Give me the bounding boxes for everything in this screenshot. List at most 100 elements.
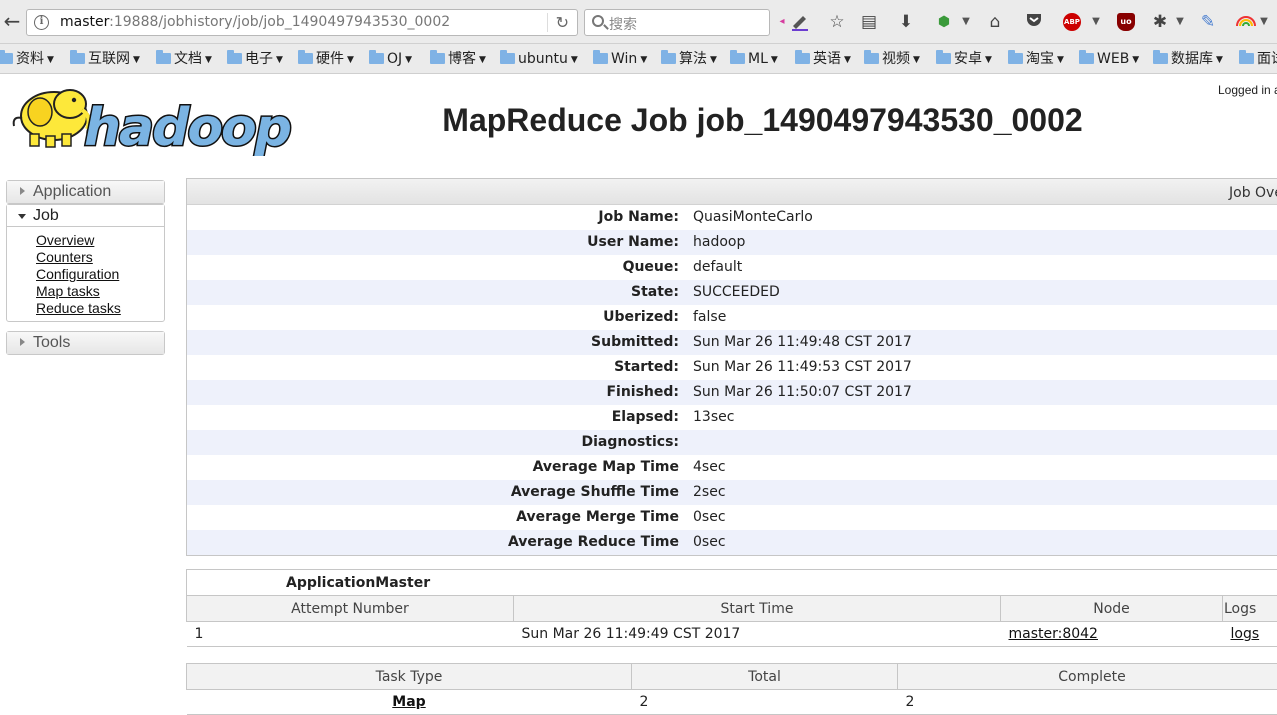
download-icon[interactable]: ⬇ [897, 11, 915, 33]
overview-row: Average Map Time 4sec [187, 455, 1277, 480]
folder-icon [369, 50, 384, 64]
folder-icon [1239, 50, 1254, 64]
bookmark-folder[interactable]: 视频 ▼ [864, 50, 920, 70]
map-tasks-link[interactable]: Map [392, 694, 425, 710]
bug-menu-caret[interactable]: ▼ [1175, 11, 1185, 33]
bookmark-folder[interactable]: 互联网 ▼ [70, 50, 140, 70]
bookmark-label: 算法 [679, 51, 707, 67]
overview-value: SUCCEEDED [693, 284, 780, 300]
column-header[interactable]: Logs [1222, 595, 1277, 622]
bookmark-folder[interactable]: Win ▼ [593, 50, 647, 70]
rainbow-menu-caret[interactable]: ▼ [1259, 11, 1269, 33]
bookmark-folder[interactable]: 数据库 ▼ [1153, 50, 1223, 70]
node-link[interactable]: master:8042 [1009, 626, 1098, 642]
column-header[interactable]: Start Time [513, 595, 1001, 622]
overview-key: Average Reduce Time [507, 534, 679, 550]
table-caption: ApplicationMaster [186, 569, 1277, 595]
overview-value: 4sec [693, 459, 726, 475]
overview-row: User Name: hadoop [187, 230, 1277, 255]
svg-text:hadoop: hadoop [84, 98, 291, 156]
nav-application[interactable]: Application [6, 180, 165, 204]
url-text[interactable]: master:19888/jobhistory/job/job_14904979… [60, 14, 450, 30]
bookmark-folder[interactable]: 博客 ▼ [430, 50, 486, 70]
job-overview-title: Job Overview [1229, 185, 1277, 201]
overview-row: Diagnostics: [187, 430, 1277, 455]
bookmark-folder[interactable]: 电子 ▼ [227, 50, 283, 70]
nav-application-header[interactable]: Application [7, 181, 164, 203]
bookmark-folder[interactable]: 英语 ▼ [795, 50, 851, 70]
folder-icon [730, 50, 745, 64]
chevron-down-icon: ▼ [47, 55, 54, 65]
overview-key: Finished: [606, 384, 679, 400]
highlighter-icon[interactable] [790, 11, 810, 33]
bookmark-label: 安卓 [954, 51, 982, 67]
url-bar[interactable]: i master:19888/jobhistory/job/job_149049… [26, 9, 578, 36]
column-header[interactable]: Attempt Number [186, 595, 514, 622]
bug-icon[interactable]: ✱ [1151, 11, 1169, 33]
overview-value: Sun Mar 26 11:49:53 CST 2017 [693, 359, 912, 375]
chevron-down-icon: ▼ [913, 55, 920, 65]
ublock-icon[interactable]: uo [1117, 13, 1135, 31]
back-arrow-icon[interactable]: ← [0, 9, 24, 35]
bookmark-folder[interactable]: 文档 ▼ [156, 50, 212, 70]
overview-key: Queue: [622, 259, 679, 275]
rainbow-icon[interactable] [1236, 11, 1256, 33]
bookmark-folder[interactable]: OJ ▼ [369, 50, 412, 70]
bookmark-folder[interactable]: WEB ▼ [1079, 50, 1139, 70]
info-icon[interactable]: i [34, 15, 49, 30]
logs-link[interactable]: logs [1231, 626, 1260, 642]
column-header[interactable]: Node [1000, 595, 1223, 622]
task-type-cell: Map [186, 689, 632, 715]
column-header[interactable]: Task Type [186, 663, 632, 690]
star-icon[interactable]: ☆ [828, 11, 846, 33]
folder-icon [1079, 50, 1094, 64]
chevron-down-icon: ▼ [770, 55, 778, 65]
overview-key: Elapsed: [611, 409, 679, 425]
overview-row: Submitted: Sun Mar 26 11:49:48 CST 2017 [187, 330, 1277, 355]
column-header[interactable]: Total [631, 663, 898, 690]
extension-icon[interactable]: ⬢ [935, 11, 953, 33]
nav-link-reduce-tasks[interactable]: Reduce tasks [36, 300, 164, 317]
chevron-down-icon [18, 214, 26, 219]
chevron-down-icon: ▼ [844, 55, 851, 65]
overview-key: Job Name: [598, 209, 679, 225]
bookmark-label: Win [611, 51, 638, 67]
extension-menu-caret[interactable]: ▼ [961, 11, 971, 33]
bookmark-folder[interactable]: 算法 ▼ [661, 50, 717, 70]
overview-row: Elapsed: 13sec [187, 405, 1277, 430]
home-icon[interactable]: ⌂ [986, 11, 1004, 33]
hadoop-logo[interactable]: hadoop [8, 82, 308, 160]
bookmark-folder[interactable]: 硬件 ▼ [298, 50, 354, 70]
bookmark-folder[interactable]: ML ▼ [730, 50, 778, 70]
adblock-icon[interactable]: ABP [1063, 13, 1081, 31]
bookmark-folder[interactable]: 安卓 ▼ [936, 50, 992, 70]
chevron-down-icon: ▼ [1057, 55, 1064, 65]
bookmark-folder[interactable]: ubuntu ▼ [500, 50, 578, 70]
chevron-right-icon [20, 338, 25, 346]
adblock-menu-caret[interactable]: ▼ [1091, 11, 1101, 33]
nav-link-map-tasks[interactable]: Map tasks [36, 283, 164, 300]
reader-icon[interactable]: ▤ [860, 11, 878, 33]
search-input[interactable]: 搜索 [584, 9, 770, 36]
chevron-right-icon [20, 187, 25, 195]
bookmark-folder[interactable]: 资料 ▼ [0, 50, 54, 70]
nav-link-counters[interactable]: Counters [36, 249, 164, 266]
nav-tools-header[interactable]: Tools [7, 332, 164, 354]
overview-key: State: [630, 284, 679, 300]
overview-key: Average Merge Time [516, 509, 679, 525]
note-icon[interactable]: ✎ [1199, 11, 1217, 33]
column-header[interactable]: Complete [897, 663, 1277, 690]
node-cell: master:8042 [1000, 621, 1223, 647]
pocket-icon[interactable] [1025, 11, 1043, 33]
nav-job-header[interactable]: Job [7, 205, 164, 227]
folder-icon [70, 50, 85, 64]
bookmark-folder[interactable]: 淘宝 ▼ [1008, 50, 1064, 70]
reload-icon[interactable]: ↻ [546, 13, 569, 32]
overview-value: Sun Mar 26 11:49:48 CST 2017 [693, 334, 912, 350]
nav-job[interactable]: Job Overview Counters Configuration Map … [6, 204, 165, 322]
nav-link-configuration[interactable]: Configuration [36, 266, 164, 283]
overview-value: Sun Mar 26 11:50:07 CST 2017 [693, 384, 912, 400]
nav-link-overview[interactable]: Overview [36, 232, 164, 249]
bookmark-folder[interactable]: 面试 [1239, 50, 1277, 70]
nav-tools[interactable]: Tools [6, 331, 165, 355]
